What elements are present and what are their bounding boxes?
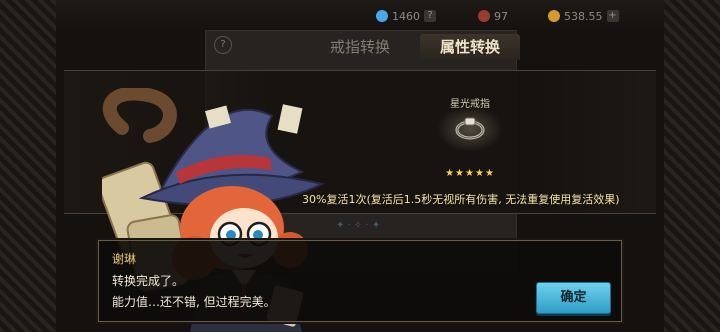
gold-value: 538.55 [564, 9, 603, 23]
heart-icon [478, 10, 490, 22]
dialog-line-2: 能力值…还不错, 但过程完美。 [112, 295, 276, 309]
coin-icon [548, 10, 560, 22]
sparkle-effect: ✦ · ✧ · ✦ [336, 220, 381, 231]
right-border-pattern [664, 0, 720, 332]
left-border-pattern [0, 0, 56, 332]
speaker-name: 谢琳 [112, 252, 137, 266]
item-effect-text: 30%复活1次(复活后1.5秒无视所有伤害, 无法重复使用复活效果) [302, 193, 620, 206]
gem-icon [376, 10, 388, 22]
gold-counter: 538.55 + [548, 8, 619, 24]
gem-counter: 1460 ? [376, 8, 436, 24]
ring-icon [455, 117, 485, 140]
dialog-line-1: 转换完成了。 [112, 274, 185, 288]
ticket-counter: 97 [478, 8, 508, 24]
confirm-button[interactable]: 确定 [536, 282, 611, 314]
star-rating: ★★★★★ [445, 168, 495, 179]
gold-add-button[interactable]: + [606, 10, 619, 22]
help-button[interactable]: ? [214, 36, 232, 54]
gem-help-button[interactable]: ? [424, 10, 436, 22]
tab-ring-conversion[interactable]: 戒指转换 [300, 34, 420, 60]
tab-attribute-conversion[interactable]: 属性转换 [420, 34, 520, 60]
ticket-value: 97 [494, 9, 508, 23]
gem-value: 1460 [392, 9, 420, 23]
